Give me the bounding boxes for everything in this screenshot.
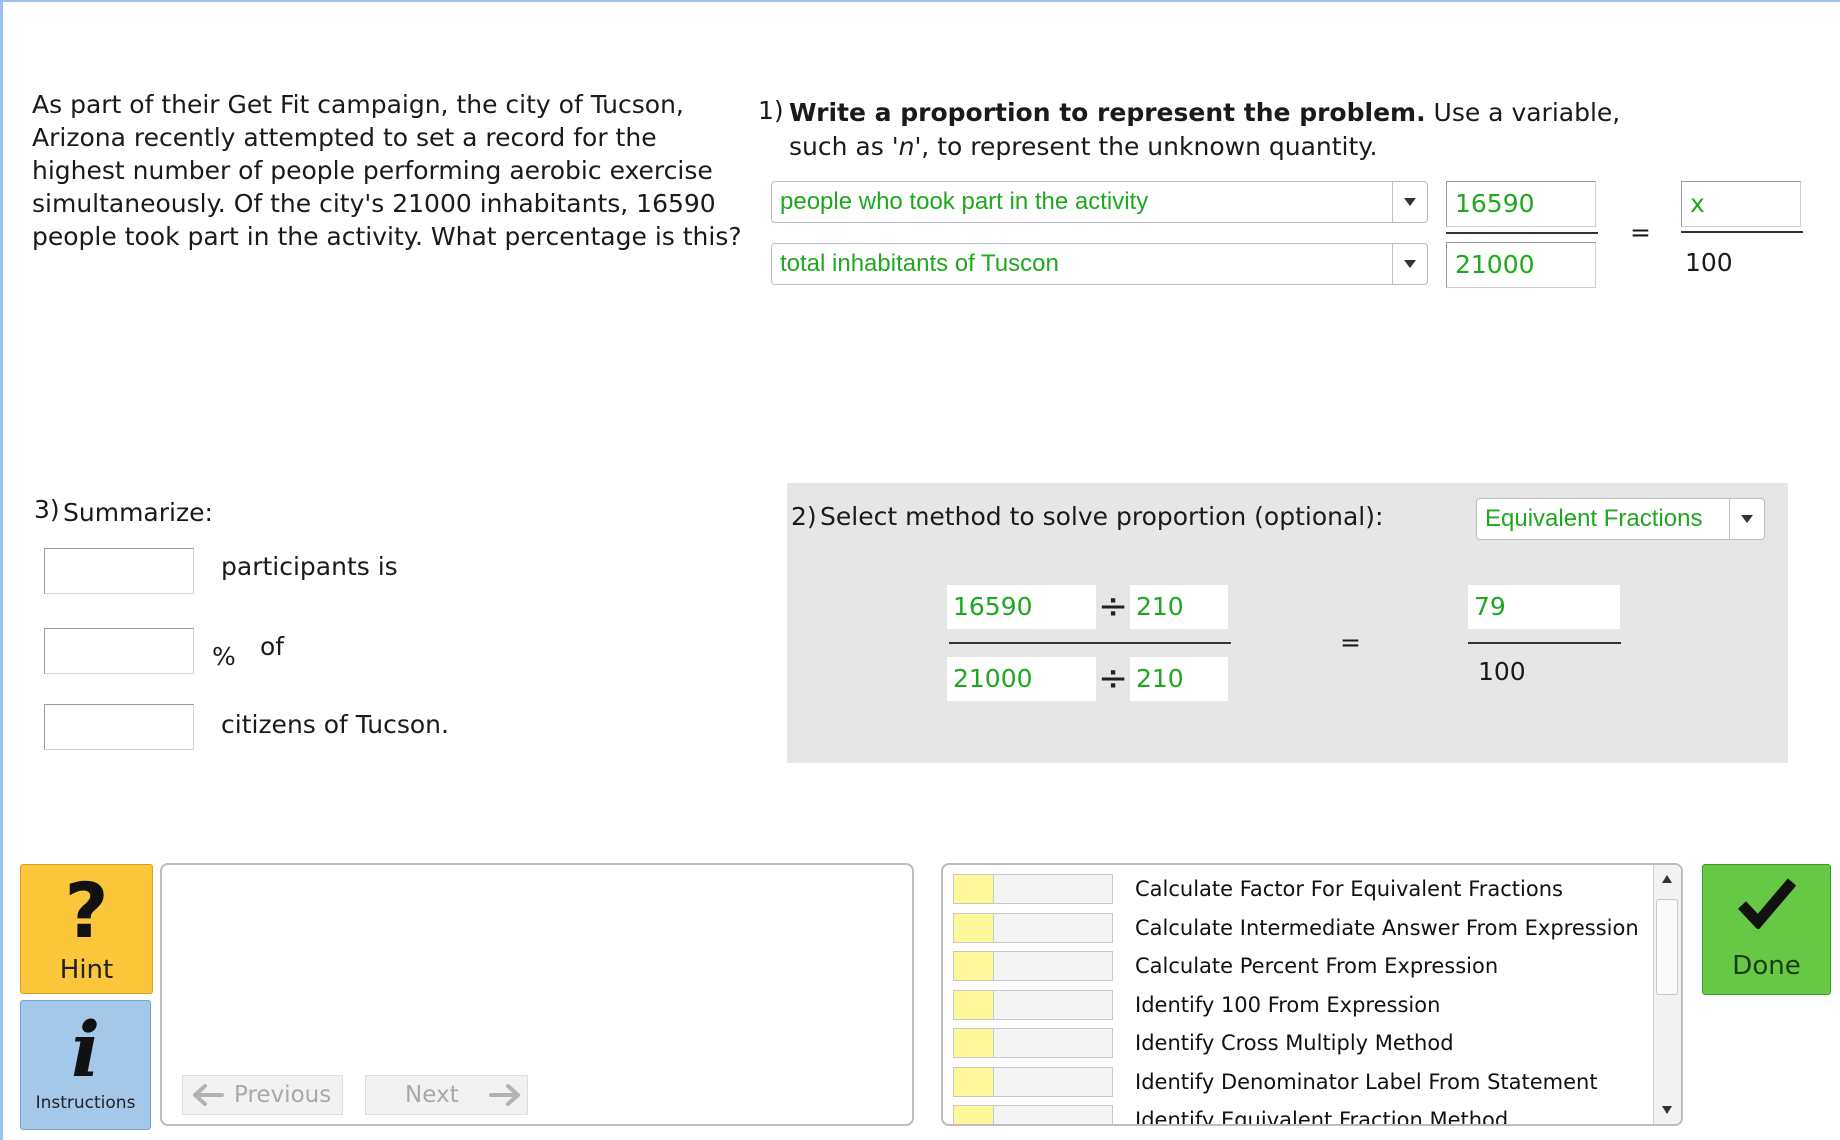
skill-mastery-fill — [954, 1067, 994, 1096]
skill-label: Identify Cross Multiply Method — [1135, 1031, 1454, 1055]
skill-mastery-fill — [954, 1106, 994, 1124]
info-icon: i — [71, 1005, 100, 1094]
skill-label: Calculate Intermediate Answer From Expre… — [1135, 915, 1639, 940]
done-label: Done — [1732, 951, 1801, 981]
skill-mastery-bar — [953, 874, 1113, 904]
numerator-label-dropdown[interactable]: people who took part in the activity — [771, 181, 1428, 223]
step2-right-fraction-bar — [1468, 642, 1621, 644]
skill-label: Calculate Percent From Expression — [1135, 954, 1499, 978]
skill-label: Identify 100 From Expression — [1135, 992, 1441, 1017]
skill-mastery-bar — [953, 951, 1113, 981]
skill-label: Identify Denominator Label From Statemen… — [1135, 1069, 1598, 1094]
denominator-label-dropdown[interactable]: total inhabitants of Tuscon — [771, 243, 1428, 285]
question-mark-icon: ? — [64, 866, 109, 955]
window-top-border — [0, 0, 1840, 2]
step2-result-denominator: 100 — [1478, 657, 1526, 686]
divide-icon: ÷ — [1098, 658, 1129, 699]
arrow-left-icon — [193, 1084, 224, 1106]
problem-statement: As part of their Get Fit campaign, the c… — [32, 90, 742, 251]
skill-mastery-bar — [953, 989, 1113, 1020]
step1-instruction-rest-b: ', to represent the unknown quantity. — [914, 132, 1378, 161]
unknown-value: x — [1690, 189, 1705, 218]
summary-line3-text: citizens of Tucson. — [221, 710, 449, 739]
step2-number: 2) — [791, 502, 817, 531]
skill-mastery-bar — [953, 1028, 1113, 1058]
next-button[interactable]: Next — [365, 1075, 528, 1115]
step2-top-divisor: 210 — [1136, 592, 1184, 621]
scroll-down-icon[interactable] — [1654, 1096, 1681, 1124]
summary-line2-text: of — [260, 632, 285, 661]
arrow-right-icon — [489, 1084, 520, 1106]
skill-mastery-fill — [954, 1029, 994, 1057]
step2-bottom-divisor-input[interactable]: 210 — [1130, 657, 1228, 701]
skills-scrollbar[interactable] — [1653, 865, 1681, 1124]
numerator-label-value: people who took part in the activity — [780, 188, 1149, 215]
skill-mastery-bar — [953, 912, 1113, 943]
unknown-value-input[interactable]: x — [1681, 181, 1801, 227]
denominator-label-value: total inhabitants of Tuscon — [780, 250, 1059, 277]
summary-citizens-input[interactable] — [44, 704, 194, 750]
done-button[interactable]: Done — [1702, 864, 1831, 995]
step1-denominator-100: 100 — [1685, 248, 1733, 277]
checkmark-icon — [1737, 878, 1796, 931]
step2-bottom-value: 21000 — [953, 664, 1033, 693]
numerator-value: 16590 — [1455, 189, 1535, 218]
scroll-thumb[interactable] — [1656, 899, 1678, 995]
scroll-up-icon[interactable] — [1654, 865, 1681, 893]
skill-mastery-bar — [953, 1066, 1113, 1097]
window-left-border — [0, 0, 3, 1140]
divide-icon: ÷ — [1098, 586, 1129, 627]
step2-result-numerator: 79 — [1474, 592, 1506, 621]
step1-number: 1) — [758, 96, 784, 125]
instructions-button[interactable]: i Instructions — [20, 1000, 151, 1130]
instructions-label: Instructions — [35, 1093, 136, 1113]
summary-line1-text: participants is — [221, 552, 398, 581]
hint-label: Hint — [59, 955, 114, 985]
skill-mastery-fill — [954, 875, 994, 903]
skill-label: Identify Equivalent Fraction Method — [1135, 1108, 1509, 1126]
chevron-down-icon[interactable] — [1392, 244, 1427, 284]
step2-left-fraction-bar — [949, 642, 1231, 644]
skills-panel: Calculate Factor For Equivalent Fraction… — [941, 863, 1683, 1126]
step3-label: Summarize: — [63, 498, 213, 527]
skill-mastery-bar — [953, 1105, 1113, 1124]
skill-mastery-fill — [954, 990, 994, 1019]
step2-bottom-divisor: 210 — [1136, 664, 1184, 693]
denominator-value-input[interactable]: 21000 — [1446, 242, 1596, 288]
next-label: Next — [405, 1082, 459, 1108]
denominator-value: 21000 — [1455, 250, 1535, 279]
hint-button[interactable]: ? Hint — [20, 864, 153, 994]
method-dropdown[interactable]: Equivalent Fractions — [1476, 498, 1765, 540]
summary-participants-input[interactable] — [44, 548, 194, 594]
previous-button[interactable]: Previous — [182, 1075, 343, 1115]
step1-right-fraction-bar — [1681, 231, 1803, 233]
chevron-down-icon[interactable] — [1729, 499, 1764, 539]
numerator-value-input[interactable]: 16590 — [1446, 181, 1596, 227]
skill-label: Calculate Factor For Equivalent Fraction… — [1135, 877, 1563, 901]
step2-top-value: 16590 — [953, 592, 1033, 621]
step2-equals-sign: = — [1340, 628, 1361, 657]
step2-top-divisor-input[interactable]: 210 — [1130, 585, 1228, 629]
step1-instructions: Write a proportion to represent the prob… — [789, 96, 1679, 164]
percent-sign: % — [212, 642, 236, 671]
summary-percent-input[interactable] — [44, 628, 194, 674]
skill-mastery-fill — [954, 952, 994, 980]
step2-top-value-input[interactable]: 16590 — [947, 585, 1096, 629]
step1-instruction-bold: Write a proportion to represent the prob… — [789, 98, 1426, 127]
step2-result-numerator-input[interactable]: 79 — [1468, 585, 1620, 629]
step1-variable: n — [898, 132, 915, 161]
skill-mastery-fill — [954, 913, 994, 942]
step2-bottom-value-input[interactable]: 21000 — [947, 657, 1096, 701]
step2-label: Select method to solve proportion (optio… — [820, 502, 1384, 531]
step3-number: 3) — [34, 495, 60, 524]
step1-equals-sign: = — [1630, 218, 1651, 247]
step1-left-fraction-bar — [1446, 232, 1598, 234]
method-value: Equivalent Fractions — [1485, 505, 1703, 532]
chevron-down-icon[interactable] — [1392, 182, 1427, 222]
previous-label: Previous — [234, 1082, 332, 1108]
